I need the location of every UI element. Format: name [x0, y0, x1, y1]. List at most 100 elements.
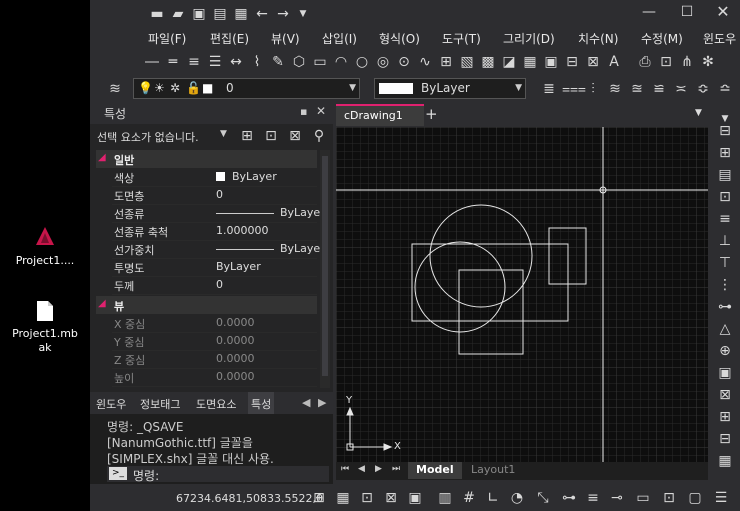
redo-icon[interactable]: → [274, 5, 292, 23]
tab-prev-icon[interactable]: ◀ [302, 396, 310, 409]
properties-scrollbar[interactable] [320, 150, 330, 388]
dim-linear-icon[interactable]: ⊟ [716, 122, 734, 140]
jogged-icon[interactable]: ⊠ [716, 386, 734, 404]
new-file-icon[interactable]: ▬ [148, 5, 166, 23]
dim-update-icon[interactable]: ▦ [716, 452, 734, 470]
donut-icon[interactable]: ◎ [374, 53, 392, 71]
tab-model[interactable]: Model [408, 462, 462, 479]
gradient-icon[interactable]: ▩ [479, 53, 497, 71]
region-icon[interactable]: ◪ [500, 53, 518, 71]
property-row[interactable]: 투명도 ByLayer [112, 258, 317, 277]
isodraft-icon[interactable]: ⤡ [534, 489, 552, 507]
close-panel-icon[interactable]: ✕ [316, 104, 326, 118]
infer-icon[interactable]: ⊞ [310, 489, 328, 507]
maximize-icon[interactable]: ☐ [678, 3, 696, 21]
lineweight-icon[interactable]: ▥ [436, 489, 454, 507]
grid-display-icon[interactable]: ⊡ [358, 489, 376, 507]
annotation-scale-icon[interactable]: ▭ [634, 489, 652, 507]
minimize-icon[interactable]: — [640, 3, 658, 21]
double-arrow-icon[interactable]: ↔ [227, 53, 245, 71]
color-dropdown[interactable]: ByLayer ▼ [374, 78, 526, 99]
drawing-canvas[interactable]: Y X [336, 127, 708, 462]
rectangle-icon[interactable]: ▭ [311, 53, 329, 71]
layer-states-icon[interactable]: ≏ [716, 80, 734, 98]
property-row[interactable]: 색상 ByLayer [112, 168, 317, 187]
hatch-icon[interactable]: ▧ [458, 53, 476, 71]
layer-walk-icon[interactable]: ≎ [694, 80, 712, 98]
tab-next-icon[interactable]: ▶ [318, 396, 326, 409]
line-icon[interactable]: ― [143, 53, 161, 71]
toggle-pickadd-icon[interactable]: ⊞ [238, 127, 256, 145]
property-row[interactable]: 두께 0 [112, 276, 317, 295]
layer-previous-icon[interactable]: ≣ [540, 80, 558, 98]
first-layout-icon[interactable]: ⏮ [341, 464, 349, 474]
save-as-icon[interactable]: ▤ [211, 5, 229, 23]
fullscreen-icon[interactable]: ▢ [686, 489, 704, 507]
snap-icon[interactable]: ▦ [334, 489, 352, 507]
osnap-tracking-icon[interactable]: ▣ [406, 489, 424, 507]
layer-isolate-icon[interactable]: ⫶ [584, 80, 602, 98]
polygon-icon[interactable]: ⬡ [290, 53, 308, 71]
polar-icon[interactable]: ◔ [508, 489, 526, 507]
dim-aligned-icon[interactable]: ⊞ [716, 144, 734, 162]
layer-match-icon[interactable]: ⩶ [562, 80, 586, 98]
dim-radius-icon[interactable]: ⊡ [716, 188, 734, 206]
layer-dropdown[interactable]: 💡 ☀ ✲ 🔓 ■ 0 ▼ [133, 78, 360, 99]
wblock-icon[interactable]: ⊠ [584, 53, 602, 71]
tab-info-tag[interactable]: 정보태그 [140, 396, 180, 412]
command-input[interactable]: >_ 명령: [107, 466, 329, 483]
dim-inspect-icon[interactable]: ▣ [716, 364, 734, 382]
property-row[interactable]: 선종류 축척 1.000000 [112, 222, 317, 241]
tab-window[interactable]: 윈도우 [96, 396, 126, 412]
layer-lock-icon[interactable]: ≌ [650, 80, 668, 98]
next-layout-icon[interactable]: ▶ [375, 464, 382, 474]
pin-icon[interactable]: ▪ [300, 105, 307, 118]
menu-draw[interactable]: 그리기(D) [503, 30, 555, 47]
text-icon[interactable]: A [605, 53, 623, 71]
layer-off-icon[interactable]: ≋ [606, 80, 624, 98]
save-icon[interactable]: ▣ [190, 5, 208, 23]
menu-insert[interactable]: 삽입(I) [322, 30, 357, 47]
mline-icon[interactable]: ☰ [206, 53, 224, 71]
desktop-icon-project[interactable]: Project1.... [0, 225, 90, 267]
drawing-tab[interactable]: cDrawing1 [336, 104, 424, 126]
menu-view[interactable]: 뷰(V) [271, 30, 300, 47]
polyline-icon[interactable]: ⌇ [248, 53, 266, 71]
dim-space-icon[interactable]: ⊶ [716, 298, 734, 316]
tab-properties[interactable]: 특성 [248, 392, 275, 414]
multiline-icon[interactable]: ≡ [185, 53, 203, 71]
sketch-icon[interactable]: ✎ [269, 53, 287, 71]
menu-tools[interactable]: 도구(T) [442, 30, 481, 47]
desktop-icon-backup[interactable]: Project1.mbak [0, 300, 90, 355]
quick-properties-icon[interactable]: ≡ [584, 489, 602, 507]
layer-manager-icon[interactable]: ≋ [106, 80, 124, 98]
spline-icon[interactable]: ∿ [416, 53, 434, 71]
menu-modify[interactable]: 수정(M) [641, 30, 683, 47]
select-objects-icon[interactable]: ⊡ [262, 127, 280, 145]
dim-continue-icon[interactable]: ⋮ [716, 276, 734, 294]
block-icon[interactable]: ⊞ [437, 53, 455, 71]
grid-icon[interactable]: # [460, 489, 478, 507]
circle-icon[interactable]: ○ [353, 53, 371, 71]
dim-text-edit-icon[interactable]: ⊟ [716, 430, 734, 448]
menu-dimension[interactable]: 치수(N) [578, 30, 618, 47]
last-layout-icon[interactable]: ⏭ [392, 464, 400, 474]
section-general[interactable]: ◢ 일반 [96, 150, 317, 168]
layer-freeze-icon[interactable]: ≊ [628, 80, 646, 98]
xline-icon[interactable]: ═ [164, 53, 182, 71]
selection-cycling-icon[interactable]: ⊸ [608, 489, 626, 507]
tab-layout1[interactable]: Layout1 [471, 463, 515, 476]
quick-select-icon[interactable]: ⊠ [286, 127, 304, 145]
mirror-icon[interactable]: ⋔ [678, 53, 696, 71]
snowflake-icon[interactable]: ✻ [699, 53, 717, 71]
dynamic-ucs-icon[interactable]: ⊠ [382, 489, 400, 507]
plot-icon[interactable]: ⊡ [657, 53, 675, 71]
dim-edit-icon[interactable]: ⊞ [716, 408, 734, 426]
insert-block-icon[interactable]: ▣ [542, 53, 560, 71]
new-tab-icon[interactable]: + [425, 105, 438, 123]
filter-icon[interactable]: ⚲ [310, 127, 328, 145]
arc-icon[interactable]: ◠ [332, 53, 350, 71]
undo-icon[interactable]: ← [253, 5, 271, 23]
customize-icon[interactable]: ☰ [712, 489, 730, 507]
prev-layout-icon[interactable]: ◀ [358, 464, 365, 474]
